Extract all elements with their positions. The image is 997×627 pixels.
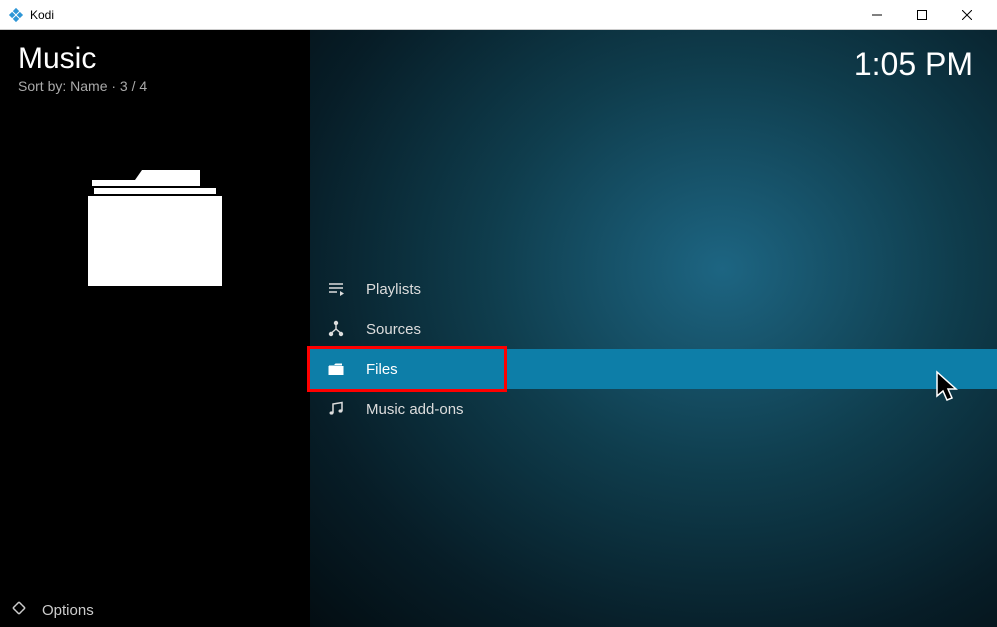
minimize-button[interactable] [854, 0, 899, 29]
kodi-app-icon [8, 7, 24, 23]
folder-icon [326, 359, 346, 379]
menu-item-label: Sources [366, 321, 421, 338]
title-bar: Kodi [0, 0, 997, 30]
page-title: Music [18, 42, 292, 76]
menu-list: Playlists Sources [310, 269, 997, 429]
sources-icon [326, 319, 346, 339]
menu-item-label: Playlists [366, 281, 421, 298]
menu-item-label: Files [366, 361, 398, 378]
maximize-button[interactable] [899, 0, 944, 29]
window-controls [854, 0, 989, 29]
playlist-icon [326, 279, 346, 299]
main-area: 1:05 PM Playlists [310, 30, 997, 627]
menu-item-label: Music add-ons [366, 401, 464, 418]
menu-item-playlists[interactable]: Playlists [310, 269, 997, 309]
sort-indicator[interactable]: Sort by: Name · 3 / 4 [18, 78, 292, 94]
clock: 1:05 PM [854, 46, 973, 83]
expand-arrows-icon [10, 599, 28, 621]
close-button[interactable] [944, 0, 989, 29]
app-content: Music Sort by: Name · 3 / 4 [0, 30, 997, 627]
menu-item-music-addons[interactable]: Music add-ons [310, 389, 997, 429]
folder-large-icon [80, 162, 230, 297]
window-title: Kodi [30, 8, 54, 22]
menu-item-files[interactable]: Files [310, 349, 997, 389]
music-icon [326, 399, 346, 419]
menu-item-sources[interactable]: Sources [310, 309, 997, 349]
sidebar: Music Sort by: Name · 3 / 4 [0, 30, 310, 627]
options-label: Options [42, 602, 94, 619]
options-bar[interactable]: Options [0, 593, 310, 627]
